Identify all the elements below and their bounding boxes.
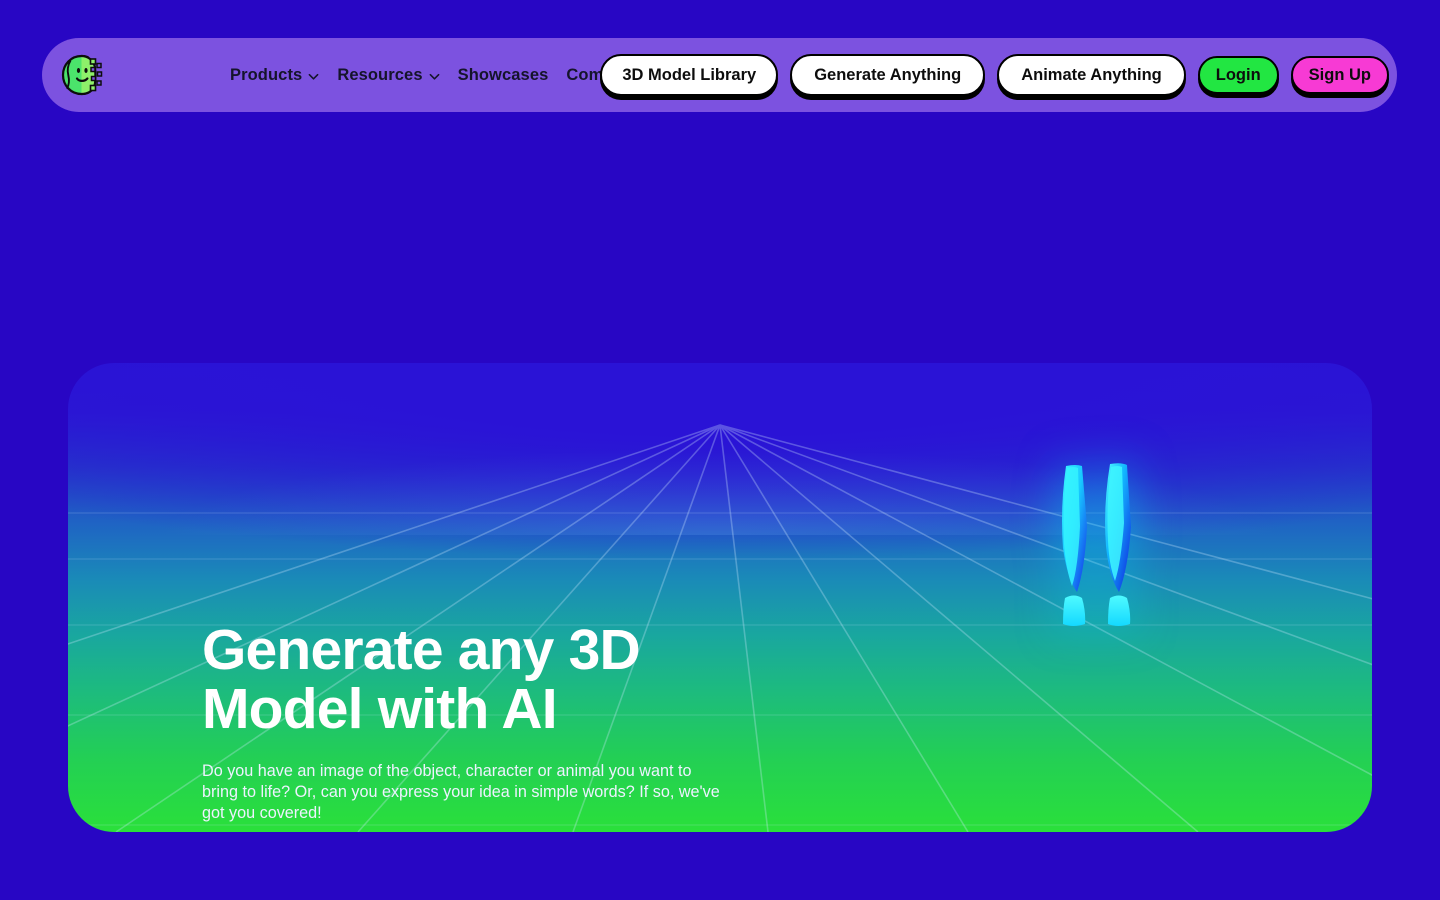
- generate-anything-button[interactable]: Generate Anything: [790, 54, 986, 96]
- chevron-down-icon: [429, 71, 440, 82]
- hero-card: Generate any 3D Model with AI Do you hav…: [68, 363, 1372, 832]
- nav-item-products-label: Products: [230, 65, 303, 84]
- nav-item-resources[interactable]: Resources: [337, 66, 439, 85]
- login-button[interactable]: Login: [1197, 56, 1279, 94]
- brand-logo[interactable]: [52, 46, 110, 104]
- top-navigation-bar: Products Resources Showcases Company: [42, 38, 1397, 112]
- sign-up-button[interactable]: Sign Up: [1290, 56, 1389, 94]
- page-root: Products Resources Showcases Company: [0, 0, 1440, 900]
- hero-content: Generate any 3D Model with AI Do you hav…: [202, 621, 742, 832]
- headline-line-1: Generate any 3D: [202, 618, 641, 682]
- nav-item-resources-label: Resources: [337, 65, 423, 84]
- animate-anything-button[interactable]: Animate Anything: [997, 54, 1186, 96]
- chevron-down-icon: [308, 71, 319, 82]
- 3d-model-library-button[interactable]: 3D Model Library: [600, 54, 779, 96]
- nav-item-showcases-label: Showcases: [457, 65, 549, 84]
- nav-item-showcases[interactable]: Showcases: [458, 66, 549, 85]
- headline-line-2: Model with AI: [202, 677, 558, 741]
- robot-face-logo-icon: [53, 47, 109, 103]
- glowing-3d-legs-model: [1006, 448, 1206, 648]
- nav-item-products[interactable]: Products: [230, 66, 319, 85]
- nav-links-group: Products Resources Showcases Company: [230, 38, 659, 112]
- hero-paragraph-1: Do you have an image of the object, char…: [202, 762, 720, 822]
- nav-actions-group: 3D Model Library Generate Anything Anima…: [600, 38, 1389, 112]
- page-title: Generate any 3D Model with AI: [202, 621, 742, 739]
